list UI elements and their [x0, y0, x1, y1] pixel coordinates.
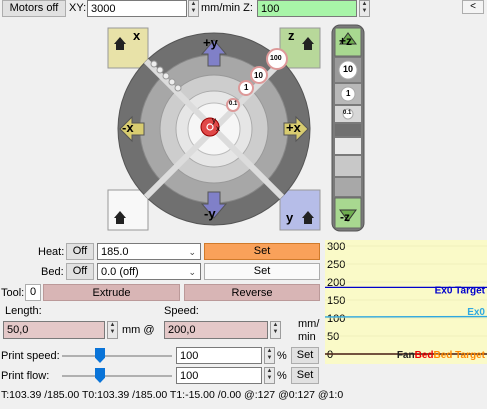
heat-label: Heat: [38, 246, 65, 258]
print-flow-slider[interactable] [62, 368, 172, 384]
slider-track [62, 355, 172, 357]
mm-min-label: mm/ [298, 318, 320, 330]
extrude-length-input[interactable]: 50,0 [3, 321, 105, 339]
z-center [335, 124, 361, 136]
z-feedrate-input[interactable]: 100 [257, 0, 357, 17]
z-step-1-label: 1 [346, 89, 351, 98]
z-feedrate-spinner[interactable]: ▲ ▼ [359, 0, 370, 17]
print-flow-percent-label: % [277, 370, 287, 382]
plus-y-label: +y [203, 35, 218, 50]
z-step-01-down[interactable] [335, 138, 361, 154]
z-jog-bar[interactable] [331, 24, 365, 232]
print-speed-set-button[interactable]: Set [291, 347, 319, 364]
collapse-panel-button[interactable]: < [462, 0, 484, 14]
home-y-label: y [286, 210, 294, 225]
legend-ex0-target: Ex0 Target [435, 285, 486, 296]
minus-x-label: -x [122, 120, 134, 135]
step-10-label: 10 [254, 71, 263, 80]
tool-select-button[interactable]: 0 [25, 284, 41, 301]
step-bead [174, 84, 182, 92]
legend-ex0: Ex0 [467, 307, 485, 318]
slider-thumb[interactable] [95, 348, 105, 363]
print-flow-spinner[interactable]: ▲ ▼ [264, 367, 275, 384]
temperature-status-line: T:103.39 /185.00 T0:103.39 /185.00 T1:-1… [1, 389, 344, 401]
legend-bed-target: Bed Target [434, 350, 486, 361]
extrude-length-spinner[interactable]: ▲ ▼ [107, 321, 118, 339]
bed-temperature-value: 0.0 (off) [101, 266, 139, 278]
print-speed-label: Print speed: [1, 350, 60, 362]
step-bead [162, 72, 170, 80]
print-speed-percent-label: % [277, 350, 287, 362]
z-step-1-down[interactable] [335, 156, 361, 176]
bed-temperature-combo[interactable]: 0.0 (off) ⌄ [97, 263, 201, 280]
xy-label: XY: [69, 2, 87, 14]
step-1-label: 1 [244, 83, 249, 92]
print-flow-label: Print flow: [1, 370, 50, 382]
z-plus-label: +z [339, 34, 353, 48]
xy-feedrate-spinner[interactable]: ▲ ▼ [188, 0, 199, 17]
chevron-down-icon: ⌄ [188, 267, 196, 277]
home-all-corner[interactable] [107, 189, 149, 231]
heat-off-button[interactable]: Off [66, 243, 94, 260]
chevron-down-icon: ⌄ [188, 247, 196, 257]
home-z-label: z [288, 28, 295, 43]
z-step-01-label: 0.1 [343, 110, 352, 116]
y-tick-label: 150 [327, 295, 345, 307]
minus-y-label: -y [204, 206, 216, 221]
slider-track [62, 375, 172, 377]
y-tick-label: 250 [327, 259, 345, 271]
legend-fan-bed: FanBedBed Target [397, 350, 486, 361]
speed-label: Speed: [164, 305, 199, 317]
legend-bed: Bed [415, 350, 434, 361]
mm-min-label-2: min [298, 331, 316, 343]
step-bead [156, 66, 164, 74]
bed-off-button[interactable]: Off [66, 263, 94, 280]
xy-feedrate-input[interactable]: 3000 [87, 0, 187, 17]
length-label: Length: [5, 305, 42, 317]
print-speed-spinner[interactable]: ▲ ▼ [264, 347, 275, 364]
step-01-label: 0.1 [229, 101, 238, 107]
home-x-corner[interactable] [107, 27, 149, 69]
print-speed-input[interactable]: 100 [176, 347, 262, 364]
legend-fan: Fan [397, 350, 415, 361]
motors-off-button[interactable]: Motors off [2, 0, 66, 17]
step-bead [150, 60, 158, 68]
mm-min-z-label: mm/min Z: [201, 2, 253, 14]
extrude-speed-input[interactable]: 200,0 [164, 321, 268, 339]
temperature-graph: 300250200150100500Ex0 TargetEx0FanBedBed… [325, 240, 487, 364]
heat-temperature-value: 185.0 [101, 246, 129, 258]
print-flow-set-button[interactable]: Set [291, 367, 319, 384]
slider-thumb[interactable] [95, 368, 105, 383]
z-step-10-label: 10 [343, 64, 354, 74]
print-speed-slider[interactable] [62, 348, 172, 364]
y-tick-label: 0 [327, 349, 333, 361]
z-step-10-down[interactable] [335, 178, 361, 196]
print-flow-input[interactable]: 100 [176, 367, 262, 384]
heat-set-button[interactable]: Set [204, 243, 320, 260]
plus-x-label: +x [286, 120, 301, 135]
heat-temperature-combo[interactable]: 185.0 ⌄ [97, 243, 201, 260]
step-100-label: 100 [270, 55, 282, 62]
z-minus-label: -z [340, 210, 350, 224]
home-x-label: x [133, 28, 141, 43]
graph-background [325, 240, 487, 364]
mm-at-label: mm @ [122, 324, 155, 336]
center-x-label: x [216, 124, 220, 133]
extrude-button[interactable]: Extrude [43, 284, 180, 301]
tool-label: Tool: [1, 287, 25, 299]
y-tick-label: 300 [327, 241, 345, 253]
y-tick-label: 50 [327, 331, 339, 343]
y-tick-label: 100 [327, 313, 345, 325]
bed-label: Bed: [41, 266, 64, 278]
step-bead [168, 78, 176, 86]
extrude-speed-spinner[interactable]: ▲ ▼ [270, 321, 281, 339]
bed-set-button[interactable]: Set [204, 263, 320, 280]
reverse-button[interactable]: Reverse [184, 284, 320, 301]
